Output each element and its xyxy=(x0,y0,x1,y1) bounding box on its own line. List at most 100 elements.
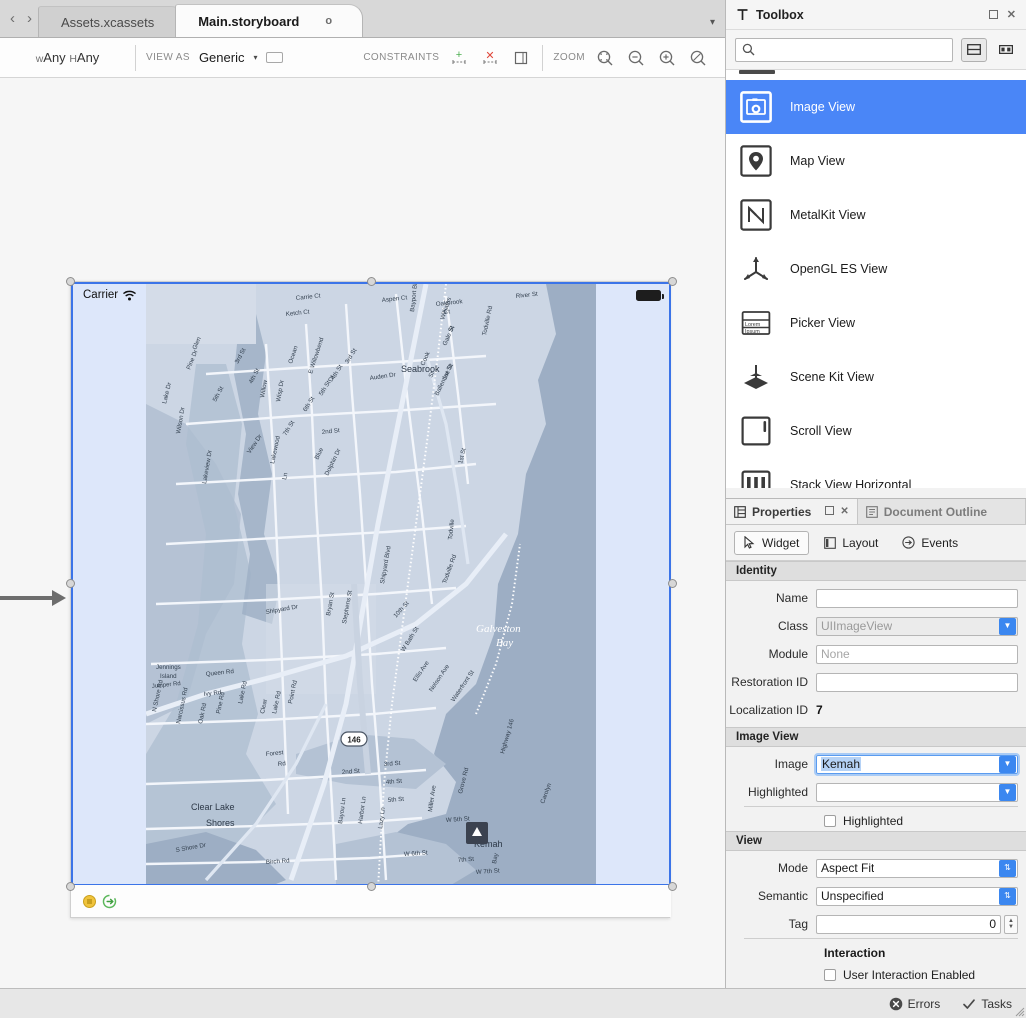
status-errors[interactable]: Errors xyxy=(889,997,941,1011)
row-highlighted-checkbox[interactable]: Highlighted xyxy=(726,810,1026,831)
map-label-jennings-island: Jennings xyxy=(156,664,181,671)
grid-view-toggle[interactable] xyxy=(995,38,1017,62)
size-class-h-value: Any xyxy=(77,50,99,65)
toolbox-list[interactable]: Image View Map View xyxy=(726,70,1026,488)
nav-arrows: ‹ › xyxy=(0,0,38,37)
toolbox-icon xyxy=(736,8,749,21)
toolbox-item-map-view[interactable]: Map View xyxy=(726,134,1026,188)
tab-overflow-icon[interactable]: ▾ xyxy=(710,17,715,28)
first-responder-icon[interactable] xyxy=(83,895,96,908)
divider xyxy=(744,806,1018,807)
toolbox-close-icon[interactable]: ✕ xyxy=(1005,8,1018,21)
selection-handle-bottom-right[interactable] xyxy=(668,882,677,891)
class-combo[interactable]: UIImageView ▼ xyxy=(816,617,1018,636)
clear-constraint-icon[interactable]: ✕ xyxy=(479,47,501,69)
highlighted-image-combo[interactable]: ▼ xyxy=(816,783,1018,802)
device-orientation-icon[interactable] xyxy=(266,52,283,63)
zoom-fit-icon[interactable] xyxy=(594,47,616,69)
toolbox-item-partial[interactable] xyxy=(726,70,1026,80)
image-view-icon xyxy=(739,90,773,124)
chevron-updown-icon[interactable]: ⇅ xyxy=(999,888,1016,905)
status-errors-label: Errors xyxy=(908,997,941,1011)
chevron-updown-icon[interactable]: ⇅ xyxy=(999,860,1016,877)
properties-panel: Properties ✕ Document Outline xyxy=(726,498,1026,988)
module-field[interactable]: None xyxy=(816,645,1018,664)
properties-close-icon[interactable]: ✕ xyxy=(840,506,848,517)
segment-label: Layout xyxy=(842,536,878,550)
toolbox-item-picker-view[interactable]: Lorem Ipsum Picker View xyxy=(726,296,1026,350)
selection-handle-top-right[interactable] xyxy=(668,277,677,286)
segment-events[interactable]: Events xyxy=(893,531,967,555)
user-interaction-enabled-checkbox[interactable] xyxy=(824,969,836,981)
image-view-content[interactable]: .st { font-family: "Liberation Sans", sa… xyxy=(146,284,596,886)
highlighted-checkbox[interactable] xyxy=(824,815,836,827)
toolbox-item-label: Map View xyxy=(790,154,845,168)
semantic-combo[interactable]: Unspecified ⇅ xyxy=(816,887,1018,906)
field-label: Class xyxy=(726,619,816,633)
view-as-value[interactable]: Generic xyxy=(199,50,245,65)
selection-handle-top-left[interactable] xyxy=(66,277,75,286)
tab-document-outline[interactable]: Document Outline xyxy=(858,499,1026,524)
storyboard-canvas[interactable]: .st { font-family: "Liberation Sans", sa… xyxy=(0,78,725,1018)
list-view-toggle[interactable] xyxy=(961,38,987,62)
resolve-constraints-icon[interactable] xyxy=(510,47,532,69)
add-constraint-icon[interactable]: + xyxy=(448,47,470,69)
forward-arrow-icon[interactable]: › xyxy=(27,11,32,26)
tab-properties[interactable]: Properties ✕ xyxy=(726,499,858,524)
group-header-identity: Identity xyxy=(726,561,1026,581)
mode-combo[interactable]: Aspect Fit ⇅ xyxy=(816,859,1018,878)
size-class-indicator[interactable]: wAny HAny xyxy=(0,50,135,65)
toolbox-item-stack-view-horizontal[interactable]: Stack View Horizontal xyxy=(726,458,1026,488)
toolbox-item-metalkit-view[interactable]: MetalKit View xyxy=(726,188,1026,242)
zoom-reset-icon[interactable] xyxy=(687,47,709,69)
chevron-down-icon[interactable]: ▾ xyxy=(253,53,257,62)
view-controller-scene[interactable]: .st { font-family: "Liberation Sans", sa… xyxy=(70,281,670,918)
back-arrow-icon[interactable]: ‹ xyxy=(10,11,15,26)
root-view[interactable]: .st { font-family: "Liberation Sans", sa… xyxy=(71,282,671,886)
exit-icon[interactable] xyxy=(102,894,117,909)
toolbox-minimize-icon[interactable] xyxy=(989,10,998,19)
chevron-down-icon[interactable]: ▼ xyxy=(999,618,1016,635)
svg-text:Lorem: Lorem xyxy=(745,322,761,328)
tab-assets-xcassets[interactable]: Assets.xcassets xyxy=(38,6,185,37)
search-input[interactable] xyxy=(760,42,946,58)
toolbox-item-scene-kit-view[interactable]: Scene Kit View xyxy=(726,350,1026,404)
status-tasks[interactable]: Tasks xyxy=(962,997,1012,1011)
selection-handle-mid-left[interactable] xyxy=(66,579,75,588)
name-field[interactable] xyxy=(816,589,1018,608)
tab-close-icon[interactable]: o xyxy=(325,15,332,27)
selection-handle-bottom-center[interactable] xyxy=(367,882,376,891)
properties-minimize-icon[interactable] xyxy=(825,506,834,515)
tag-field[interactable]: 0 xyxy=(816,915,1001,934)
partial-icon xyxy=(739,70,775,74)
map-label-clear-lake-shores: Clear Lake xyxy=(191,802,235,812)
selection-handle-bottom-left[interactable] xyxy=(66,882,75,891)
restoration-id-field[interactable] xyxy=(816,673,1018,692)
selection-handle-mid-right[interactable] xyxy=(668,579,677,588)
zoom-in-icon[interactable] xyxy=(656,47,678,69)
chevron-down-icon[interactable]: ▼ xyxy=(999,756,1016,773)
zoom-label: ZOOM xyxy=(553,52,585,63)
toolbox-item-label: Scroll View xyxy=(790,424,852,438)
selection-handle-top-center[interactable] xyxy=(367,277,376,286)
zoom-out-icon[interactable] xyxy=(625,47,647,69)
tag-stepper[interactable]: ▲▼ xyxy=(1004,915,1018,934)
tab-main-storyboard[interactable]: Main.storyboard o xyxy=(175,4,363,37)
constraints-label: CONSTRAINTS xyxy=(363,52,439,63)
row-mode: Mode Aspect Fit ⇅ xyxy=(726,857,1026,879)
toolbox-item-label: Scene Kit View xyxy=(790,370,874,384)
toolbox-item-image-view[interactable]: Image View xyxy=(726,80,1026,134)
segment-widget[interactable]: Widget xyxy=(734,531,809,555)
toolbox-item-scroll-view[interactable]: Scroll View xyxy=(726,404,1026,458)
search-input-wrapper[interactable] xyxy=(735,38,953,62)
image-combo[interactable]: Kemah ▼ xyxy=(816,755,1018,774)
segment-layout[interactable]: Layout xyxy=(815,531,887,555)
svg-text:7th St: 7th St xyxy=(458,856,475,864)
field-label: Restoration ID xyxy=(726,675,816,689)
toolbox-item-opengl-es-view[interactable]: OpenGL ES View xyxy=(726,242,1026,296)
tab-bar: ‹ › Assets.xcassets Main.storyboard o ▾ xyxy=(0,0,725,38)
toolbox-item-label: OpenGL ES View xyxy=(790,262,887,276)
row-user-interaction-enabled[interactable]: User Interaction Enabled xyxy=(726,964,1026,985)
resize-grip-icon[interactable] xyxy=(1013,1005,1025,1017)
chevron-down-icon[interactable]: ▼ xyxy=(999,784,1016,801)
